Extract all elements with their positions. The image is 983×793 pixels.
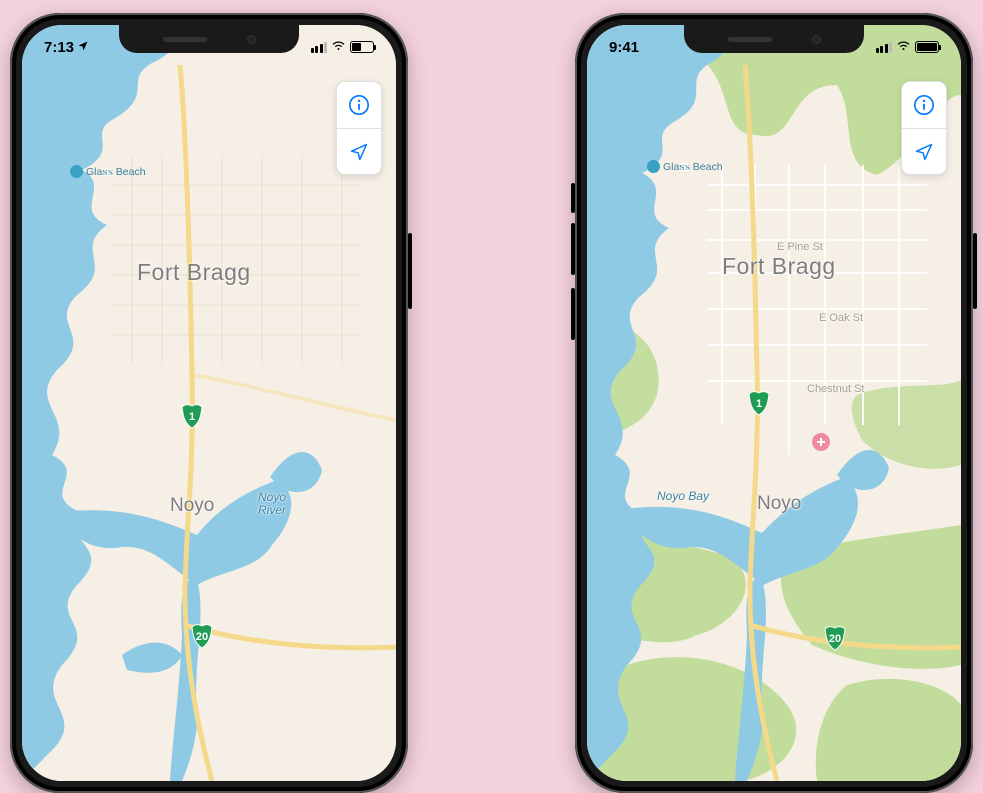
- battery-icon: [350, 41, 374, 53]
- highway-shield-20: 20: [823, 625, 847, 651]
- info-icon: [913, 94, 935, 116]
- map-locate-button[interactable]: [902, 128, 946, 174]
- city-label-secondary: Noyo: [170, 495, 214, 517]
- cellular-signal-icon: [876, 42, 893, 53]
- map-info-button[interactable]: [337, 82, 381, 128]
- city-label-primary: Fort Bragg: [137, 259, 251, 286]
- volume-down-button: [571, 288, 575, 340]
- highway-shield-1: 1: [180, 403, 204, 429]
- location-arrow-icon: [349, 142, 369, 162]
- phone-new-map: 9:41: [575, 13, 973, 793]
- screen: 9:41: [587, 25, 961, 781]
- notch: [119, 25, 299, 53]
- street-label-pine: E Pine St: [777, 241, 823, 253]
- power-button: [973, 233, 977, 309]
- status-time: 7:13: [44, 39, 74, 56]
- screen: 7:13: [22, 25, 396, 781]
- mute-switch: [571, 183, 575, 213]
- street-label-oak: E Oak St: [819, 312, 863, 324]
- location-arrow-icon: [914, 142, 934, 162]
- info-icon: [348, 94, 370, 116]
- volume-up-button: [571, 223, 575, 275]
- beach-icon: [647, 160, 660, 173]
- poi-glass-beach[interactable]: Glass Beach: [647, 160, 723, 173]
- wifi-icon: [896, 38, 911, 56]
- city-label-secondary: Noyo: [757, 493, 801, 515]
- cellular-signal-icon: [311, 42, 328, 53]
- map-info-button[interactable]: [902, 82, 946, 128]
- water-label-river: Noyo River: [258, 491, 286, 516]
- map-controls-panel: [336, 81, 382, 175]
- status-time: 9:41: [609, 39, 639, 56]
- location-services-icon: [77, 39, 89, 56]
- map-controls-panel: [901, 81, 947, 175]
- wifi-icon: [331, 38, 346, 56]
- beach-icon: [70, 165, 83, 178]
- city-label-primary: Fort Bragg: [722, 253, 836, 280]
- notch: [684, 25, 864, 53]
- highway-shield-20: 20: [190, 623, 214, 649]
- phone-old-map: 7:13: [10, 13, 408, 793]
- water-label-bay: Noyo Bay: [657, 489, 709, 503]
- poi-glass-beach[interactable]: Glass Beach: [70, 165, 146, 178]
- battery-icon: [915, 41, 939, 53]
- power-button: [408, 233, 412, 309]
- hospital-icon[interactable]: [812, 433, 830, 451]
- street-label-chestnut: Chestnut St: [807, 383, 864, 395]
- highway-shield-1: 1: [747, 390, 771, 416]
- map-locate-button[interactable]: [337, 128, 381, 174]
